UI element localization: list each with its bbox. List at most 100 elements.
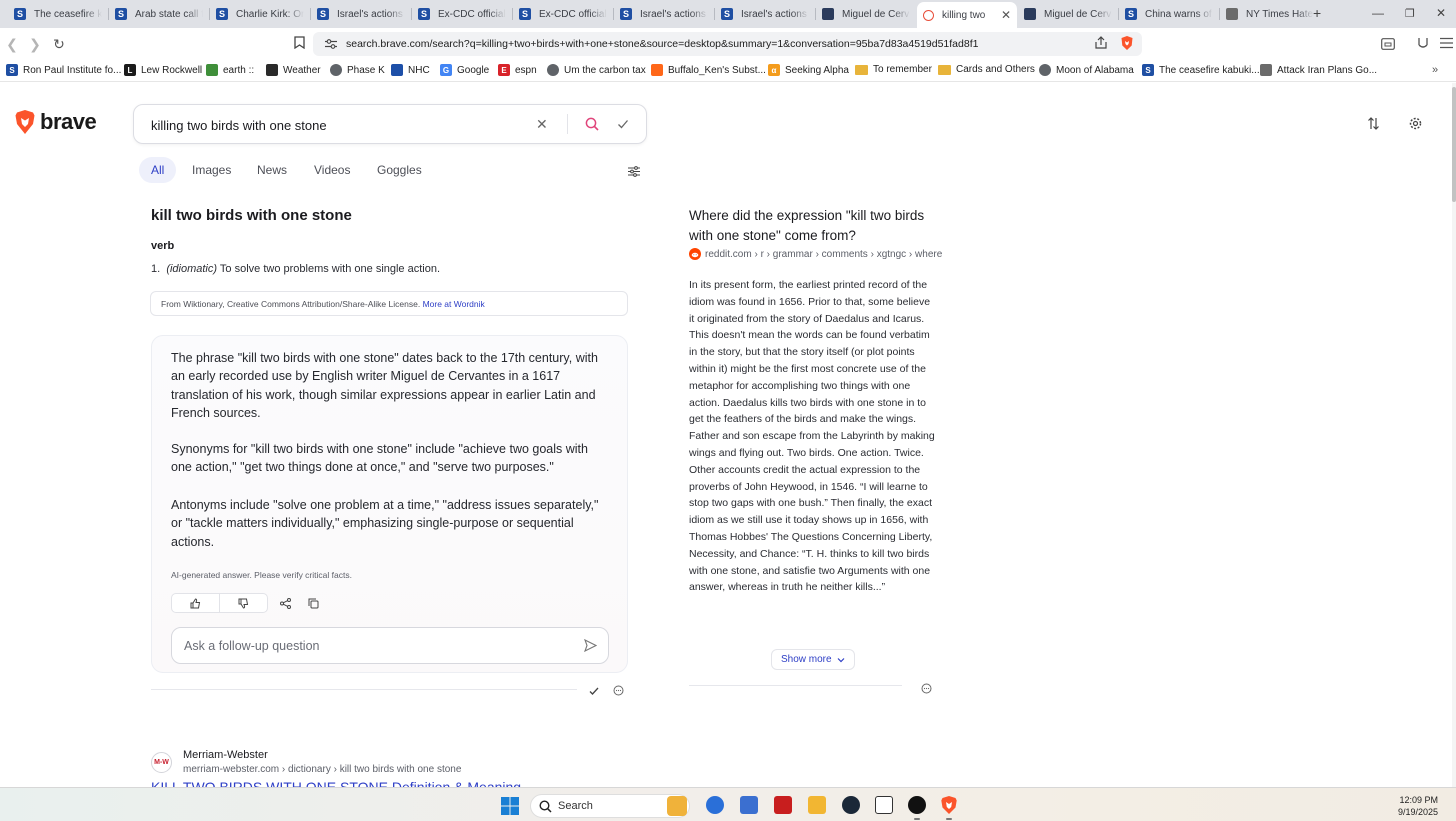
send-icon[interactable] (584, 638, 598, 657)
tab-images[interactable]: Images (180, 157, 243, 183)
swap-icon[interactable] (1367, 117, 1380, 135)
definition-source-text: From Wiktionary, Creative Commons Attrib… (161, 299, 421, 309)
feedback-icon[interactable] (613, 683, 624, 701)
browser-tab[interactable]: S Israel's actions (311, 3, 411, 25)
bookmark-folder[interactable]: To remember (855, 64, 932, 75)
brave-shields-icon[interactable] (1120, 35, 1134, 56)
bookmark-item[interactable]: NHC (391, 64, 430, 76)
share-button[interactable] (275, 593, 295, 613)
browser-tab[interactable]: S Ex-CDC official (513, 3, 613, 25)
bookmark-item[interactable]: Buffalo_Ken's Subst... (651, 64, 766, 76)
scrollbar[interactable] (1452, 83, 1456, 787)
bookmark-item[interactable]: Moon of Alabama (1039, 64, 1134, 76)
url-text[interactable]: search.brave.com/search?q=killing+two+bi… (346, 38, 978, 50)
tab-title: Arab state call f (135, 8, 203, 20)
browser-tab-active[interactable]: killing two ✕ (917, 2, 1017, 28)
media-player-icon[interactable] (908, 796, 926, 814)
brave-logo[interactable]: brave (14, 109, 97, 135)
copy-button[interactable] (303, 593, 323, 613)
browser-tab[interactable]: Miguel de Cerv (816, 3, 916, 25)
check-icon[interactable] (617, 117, 629, 135)
bookmark-item[interactable]: L Lew Rockwell (124, 64, 202, 76)
reload-icon[interactable]: ↻ (51, 36, 67, 52)
browser-tab[interactable]: S The ceasefire k (8, 3, 108, 25)
system-clock[interactable]: 12:09 PM 9/19/2025 (1398, 794, 1438, 818)
thumbs-up-button[interactable] (171, 593, 220, 613)
result-site-name[interactable]: Merriam-Webster (183, 749, 268, 761)
bookmark-favicon-icon (391, 64, 403, 76)
bookmark-item[interactable]: S Ron Paul Institute fo... (6, 64, 121, 76)
followup-box[interactable] (171, 627, 609, 664)
bookmark-item[interactable]: Weather (266, 64, 321, 76)
browser-tab[interactable]: S Israel's actions (715, 3, 815, 25)
tab-goggles[interactable]: Goggles (365, 157, 434, 183)
search-icon[interactable] (585, 117, 599, 136)
close-tab-icon[interactable]: ✕ (1001, 8, 1011, 22)
discussion-title[interactable]: Where did the expression "kill two birds… (689, 206, 939, 246)
bookmark-item[interactable]: Phase K (330, 64, 385, 76)
result-title-link[interactable]: KILL TWO BIRDS WITH ONE STONE Definition… (151, 779, 521, 787)
browser-tab[interactable]: Miguel de Cerv (1018, 3, 1118, 25)
bookmark-item[interactable]: S The ceasefire kabuki... (1142, 64, 1260, 76)
bookmark-item[interactable]: earth :: (206, 64, 254, 76)
acrobat-icon[interactable] (774, 796, 792, 814)
thumbs-down-button[interactable] (219, 593, 268, 613)
tab-title: Israel's actions (741, 8, 807, 20)
edge-icon[interactable] (706, 796, 724, 814)
leo-ai-icon[interactable] (1416, 36, 1430, 55)
taskbar-search[interactable]: Search (530, 794, 690, 818)
share-icon[interactable] (1094, 36, 1108, 55)
show-more-button[interactable]: Show more (771, 649, 855, 670)
browser-tab[interactable]: S Ex-CDC official (412, 3, 512, 25)
result-breadcrumb[interactable]: merriam-webster.com › dictionary › kill … (183, 764, 461, 775)
bookmark-item[interactable]: Eespn (498, 64, 537, 76)
site-info-icon[interactable] (325, 39, 337, 49)
discussion-source[interactable]: reddit.com › r › grammar › comments › xg… (689, 248, 953, 260)
bookmark-icon[interactable] (291, 36, 307, 52)
more-bookmarks-icon[interactable]: » (1432, 64, 1438, 76)
clear-icon[interactable]: ✕ (536, 116, 548, 133)
discussion-feedback-icon[interactable] (921, 681, 932, 699)
filter-icon[interactable] (628, 164, 640, 182)
new-tab-button[interactable]: + (1313, 5, 1321, 21)
browser-tab[interactable]: S Arab state call f (109, 3, 209, 25)
close-window-button[interactable]: ✕ (1436, 6, 1446, 20)
snipping-tool-icon[interactable] (740, 796, 758, 814)
settings-gear-icon[interactable] (1409, 117, 1422, 135)
tab-all[interactable]: All (139, 157, 177, 183)
bookmark-folder[interactable]: Cards and Others (938, 64, 1035, 75)
address-bar[interactable]: search.brave.com/search?q=killing+two+bi… (313, 32, 1142, 56)
windows-start-icon[interactable] (501, 797, 519, 820)
search-input[interactable]: killing two birds with one stone (151, 118, 327, 133)
tab-videos[interactable]: Videos (302, 157, 362, 183)
back-icon[interactable]: ❮ (4, 36, 20, 52)
mark-helpful-icon[interactable] (589, 683, 599, 701)
restore-button[interactable]: ❐ (1405, 7, 1415, 20)
bookmark-item[interactable]: Attack Iran Plans Go... (1260, 64, 1377, 76)
file-explorer-icon[interactable] (808, 796, 826, 814)
bookmark-favicon-icon (651, 64, 663, 76)
browser-tab[interactable]: NY Times Hate (1220, 3, 1320, 25)
bookmark-label: Buffalo_Ken's Subst... (668, 64, 766, 76)
bookmark-item[interactable]: G Google (440, 64, 489, 76)
bookmark-item[interactable]: α Seeking Alpha (768, 64, 849, 76)
bookmark-label: Lew Rockwell (141, 64, 203, 76)
sidebar-icon[interactable] (1381, 37, 1395, 55)
tab-title: China warns of (1145, 8, 1212, 20)
browser-tab[interactable]: S China warns of (1119, 3, 1219, 25)
browser-tab[interactable]: S Charlie Kirk: Or (210, 3, 310, 25)
tab-news[interactable]: News (245, 157, 299, 183)
forward-icon[interactable]: ❯ (27, 36, 43, 52)
minimize-button[interactable]: — (1372, 6, 1384, 20)
wordnik-link[interactable]: More at Wordnik (423, 299, 485, 309)
followup-input[interactable] (184, 637, 564, 655)
browser-tab[interactable]: S Israel's actions (614, 3, 714, 25)
steam-icon[interactable] (842, 796, 860, 814)
tab-title: NY Times Hate (1246, 8, 1314, 20)
bookmark-item[interactable]: Um the carbon tax (547, 64, 646, 76)
notepad-icon[interactable] (875, 796, 893, 814)
search-box[interactable]: killing two birds with one stone ✕ (133, 104, 647, 144)
menu-icon[interactable] (1440, 36, 1453, 54)
brave-taskbar-icon[interactable] (940, 795, 958, 820)
scrollbar-thumb[interactable] (1452, 87, 1456, 202)
